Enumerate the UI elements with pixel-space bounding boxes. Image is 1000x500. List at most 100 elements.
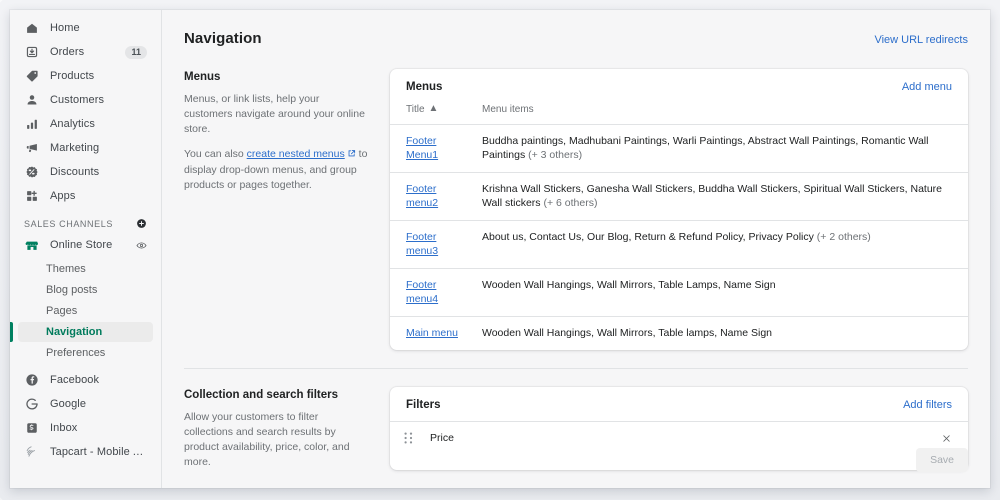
menus-heading: Menus: [184, 71, 221, 83]
filter-name: Price: [430, 432, 454, 444]
sidebar-item-google[interactable]: Google: [18, 394, 153, 414]
menu-link[interactable]: Footer menu2: [406, 183, 438, 209]
close-icon[interactable]: [941, 433, 952, 444]
sidebar-item-online-store[interactable]: Online Store: [18, 235, 153, 255]
sidebar-item-facebook[interactable]: Facebook: [18, 370, 153, 390]
sidebar-item-analytics[interactable]: Analytics: [18, 114, 153, 134]
sidebar-item-label: Marketing: [50, 142, 100, 154]
sidebar-item-label: Customers: [50, 94, 105, 106]
menu-items-cell: Wooden Wall Hangings, Wall Mirrors, Tabl…: [466, 268, 968, 317]
save-button[interactable]: Save: [916, 448, 968, 472]
footer-actions: Save: [916, 448, 968, 472]
sidebar-item-inbox[interactable]: Inbox: [18, 418, 153, 438]
menu-link[interactable]: Main menu: [406, 327, 458, 339]
filters-card: Filters Add filters Price: [390, 387, 968, 470]
menu-items-cell: Wooden Wall Hangings, Wall Mirrors, Tabl…: [466, 317, 968, 351]
sidebar-item-label: Navigation: [46, 326, 103, 338]
add-menu-link[interactable]: Add menu: [902, 81, 952, 93]
menu-items-cell: About us, Contact Us, Our Blog, Return &…: [466, 220, 968, 269]
sidebar-item-label: Google: [50, 398, 87, 410]
sidebar-item-label: Products: [50, 70, 95, 82]
sidebar-item-label: Inbox: [50, 422, 78, 434]
table-header-row: Title ▲ Menu items: [390, 103, 968, 125]
column-header-title[interactable]: Title ▲: [390, 103, 466, 125]
page-header: Navigation View URL redirects: [178, 30, 974, 47]
menu-title-cell: Footer menu2: [390, 172, 466, 221]
discounts-icon: [24, 164, 40, 180]
menus-paragraph-2: You can also create nested menus to disp…: [184, 147, 370, 193]
apps-grid-icon: [24, 188, 40, 204]
sidebar-item-apps[interactable]: Apps: [18, 186, 153, 206]
table-row[interactable]: Footer menu2 Krishna Wall Stickers, Gane…: [390, 172, 968, 221]
sidebar-item-label: Home: [50, 22, 80, 34]
menu-link[interactable]: Footer menu4: [406, 279, 438, 305]
table-row[interactable]: Footer Menu1 Buddha paintings, Madhubani…: [390, 124, 968, 173]
sidebar-item-navigation[interactable]: Navigation: [10, 322, 153, 342]
sidebar-item-label: Apps: [50, 190, 76, 202]
google-icon: [24, 396, 40, 412]
products-tag-icon: [24, 68, 40, 84]
sidebar-item-discounts[interactable]: Discounts: [18, 162, 153, 182]
table-row[interactable]: Footer menu4 Wooden Wall Hangings, Wall …: [390, 268, 968, 317]
filters-description: Collection and search filters Allow your…: [184, 387, 370, 470]
sidebar-item-customers[interactable]: Customers: [18, 90, 153, 110]
page-title: Navigation: [184, 30, 262, 47]
eye-icon[interactable]: [136, 240, 147, 251]
sidebar-item-label: Analytics: [50, 118, 95, 130]
sidebar-item-label: Pages: [46, 305, 78, 317]
menus-section: Menus Menus, or link lists, help your cu…: [178, 69, 974, 350]
filters-heading: Collection and search filters: [184, 389, 339, 401]
facebook-icon: [24, 372, 40, 388]
table-row[interactable]: Footer menu3 About us, Contact Us, Our B…: [390, 220, 968, 269]
sidebar-item-products[interactable]: Products: [18, 66, 153, 86]
view-url-redirects-link[interactable]: View URL redirects: [874, 34, 968, 46]
sidebar-item-preferences[interactable]: Preferences: [18, 343, 153, 363]
menus-table-body: Footer Menu1 Buddha paintings, Madhubani…: [390, 124, 968, 351]
menu-title-cell: Footer Menu1: [390, 124, 466, 173]
marketing-megaphone-icon: [24, 140, 40, 156]
sidebar-item-marketing[interactable]: Marketing: [18, 138, 153, 158]
plus-circle-icon[interactable]: [136, 218, 147, 229]
sidebar-item-themes[interactable]: Themes: [18, 259, 153, 279]
menu-link[interactable]: Footer menu3: [406, 231, 438, 257]
column-header-menu-items-label: Menu items: [482, 103, 534, 115]
sidebar-item-orders[interactable]: Orders 11: [18, 42, 153, 62]
sidebar-item-label: Blog posts: [46, 284, 98, 296]
menu-items-more: (+ 2 others): [816, 231, 871, 243]
filter-row[interactable]: Price: [390, 421, 968, 454]
menus-card-header: Menus Add menu: [390, 69, 968, 103]
sidebar: Home Orders 11 Products Customers Analyt…: [10, 10, 162, 488]
filters-card-header: Filters Add filters: [390, 387, 968, 421]
drag-handle-icon[interactable]: [404, 432, 416, 444]
sidebar-item-label: Facebook: [50, 374, 100, 386]
orders-icon: [24, 44, 40, 60]
menu-items-text: Wooden Wall Hangings, Wall Mirrors, Tabl…: [482, 327, 773, 339]
menus-card: Menus Add menu Title ▲ Menu items Footer…: [390, 69, 968, 350]
column-header-title-label: Title: [406, 104, 425, 115]
add-filters-link[interactable]: Add filters: [903, 399, 952, 411]
tapcart-icon: [24, 444, 40, 460]
sidebar-item-pages[interactable]: Pages: [18, 301, 153, 321]
sidebar-item-blog-posts[interactable]: Blog posts: [18, 280, 153, 300]
menu-title-cell: Main menu: [390, 317, 466, 351]
sidebar-item-label: Preferences: [46, 347, 106, 359]
menus-paragraph-1: Menus, or link lists, help your customer…: [184, 93, 365, 135]
column-header-menu-items: Menu items: [466, 103, 968, 125]
filters-paragraph: Allow your customers to filter collectio…: [184, 411, 350, 468]
sidebar-item-label: Tapcart - Mobile App: [50, 446, 147, 458]
sidebar-item-tapcart-mobile-app[interactable]: Tapcart - Mobile App: [18, 442, 153, 462]
filters-card-title: Filters: [406, 399, 441, 411]
menus-description: Menus Menus, or link lists, help your cu…: [184, 69, 370, 350]
menu-items-cell: Buddha paintings, Madhubani Paintings, W…: [466, 124, 968, 173]
menu-items-text: About us, Contact Us, Our Blog, Return &…: [482, 231, 814, 243]
menu-items-more: (+ 6 others): [543, 197, 598, 209]
table-row[interactable]: Main menu Wooden Wall Hangings, Wall Mir…: [390, 317, 968, 351]
menu-title-cell: Footer menu4: [390, 268, 466, 317]
create-nested-menus-link[interactable]: create nested menus: [247, 148, 345, 160]
analytics-bars-icon: [24, 116, 40, 132]
menu-items-more: (+ 3 others): [528, 149, 583, 161]
sort-ascending-icon: ▲: [428, 103, 439, 114]
menu-link[interactable]: Footer Menu1: [406, 135, 438, 161]
sidebar-item-home[interactable]: Home: [18, 18, 153, 38]
admin-window: Home Orders 11 Products Customers Analyt…: [10, 10, 990, 488]
